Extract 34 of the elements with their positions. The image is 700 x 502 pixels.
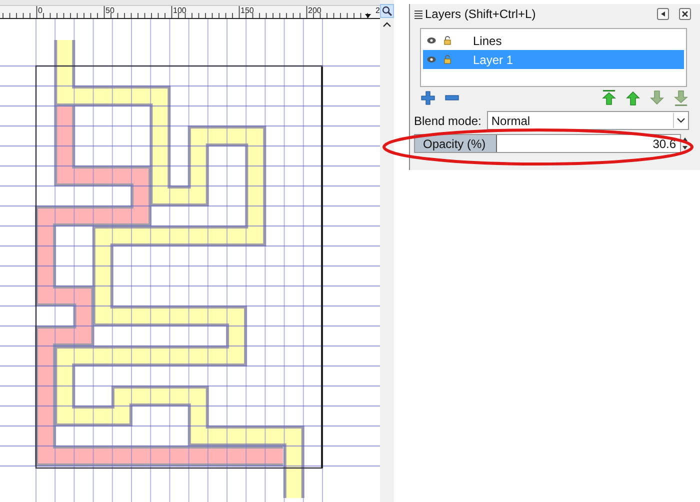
- opacity-slider[interactable]: Opacity (%) 30.6: [414, 134, 682, 153]
- chevron-down-icon: [677, 118, 686, 123]
- ruler-label: 2: [374, 6, 380, 15]
- padlock-icon: [444, 36, 451, 45]
- ruler-label: 0: [37, 6, 42, 15]
- panel-title: Layers (Shift+Ctrl+L): [425, 7, 537, 21]
- close-icon: [682, 11, 688, 17]
- close-button[interactable]: [679, 8, 692, 20]
- arrow-up-bar-icon: [601, 90, 618, 106]
- triangle-left-icon: [660, 11, 666, 17]
- eye-icon: [427, 37, 436, 44]
- add-button[interactable]: [420, 90, 436, 106]
- minus-icon: [445, 95, 459, 101]
- blend-mode-select[interactable]: Normal: [487, 111, 690, 130]
- layers-icon: [414, 9, 423, 19]
- ruler-label: 100: [172, 6, 186, 15]
- move-layer-button[interactable]: [625, 90, 642, 106]
- plus-icon: [421, 91, 435, 105]
- ruler-label: 50: [104, 6, 114, 15]
- search-icon: [382, 6, 392, 16]
- move-layer-button[interactable]: [601, 90, 618, 106]
- layer-row[interactable]: Lines: [423, 31, 684, 50]
- spin-arrows-icon[interactable]: [682, 136, 688, 151]
- arrow-down-icon: [649, 90, 666, 106]
- blend-mode-label: Blend mode:: [414, 114, 482, 128]
- arrow-down-bar-icon: [673, 90, 690, 106]
- collapse-button[interactable]: [657, 8, 670, 20]
- eye-icon: [427, 56, 436, 63]
- zoom-button[interactable]: [380, 4, 394, 18]
- ruler-label: 200: [307, 6, 322, 15]
- ruler-label: 150: [240, 6, 254, 15]
- caret-up-icon[interactable]: [383, 22, 391, 27]
- arrow-up-icon: [625, 90, 642, 106]
- padlock-icon: [444, 55, 451, 64]
